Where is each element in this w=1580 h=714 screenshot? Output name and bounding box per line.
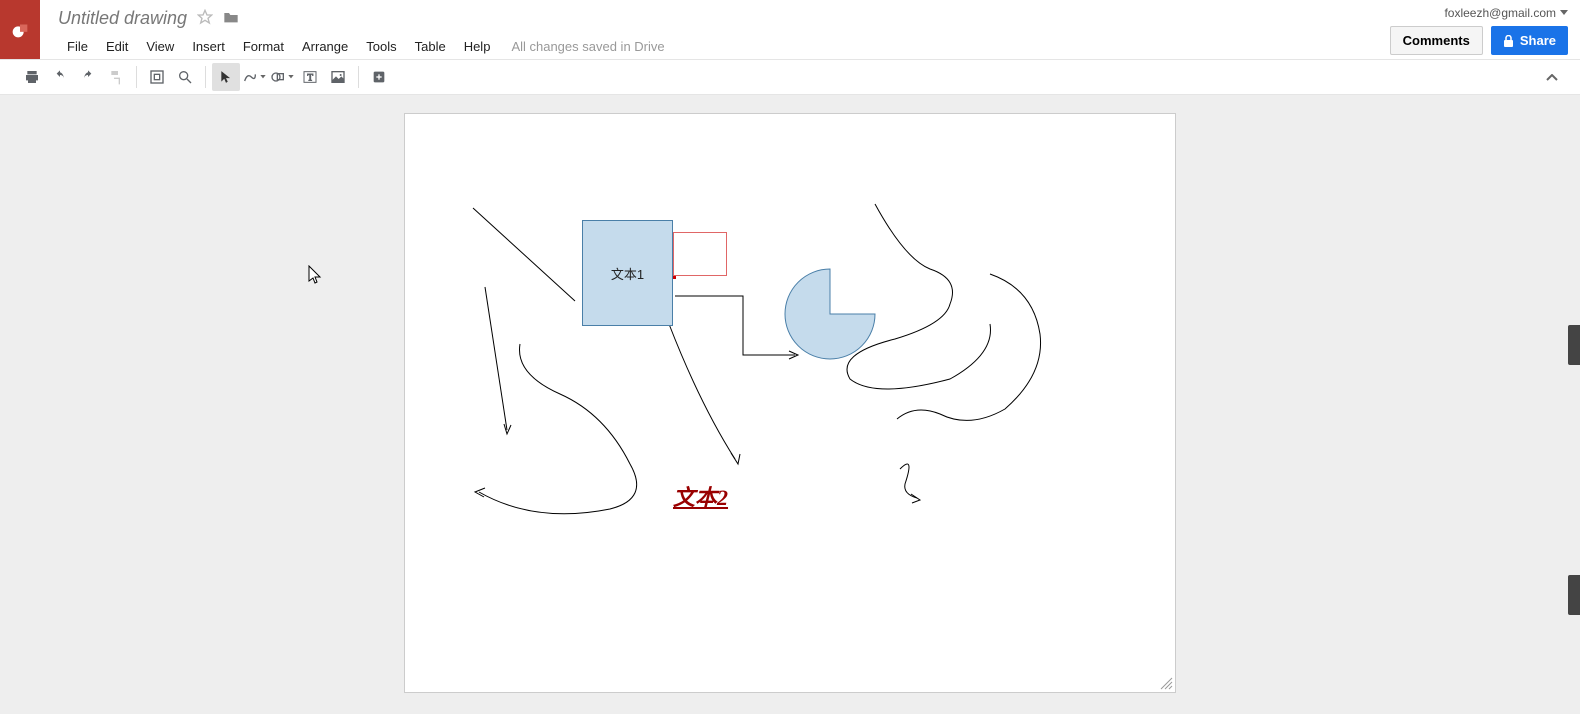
insert-comment-icon[interactable]: [365, 63, 393, 91]
document-title[interactable]: Untitled drawing: [58, 8, 187, 29]
app-logo[interactable]: [0, 0, 40, 59]
canvas-resize-handle[interactable]: [1159, 676, 1173, 690]
collapse-toolbar-icon[interactable]: [1542, 66, 1562, 89]
shape-rectangle-1[interactable]: 文本1: [582, 220, 673, 326]
zoom-icon[interactable]: [171, 63, 199, 91]
text-box-2[interactable]: 文本2: [673, 480, 728, 512]
canvas-area[interactable]: 文本1 文本2: [0, 95, 1580, 714]
folder-icon[interactable]: [223, 10, 239, 27]
menu-help[interactable]: Help: [455, 35, 500, 58]
image-icon[interactable]: [324, 63, 352, 91]
shape-text-1: 文本1: [611, 264, 644, 283]
side-panel-tab-2[interactable]: [1568, 575, 1580, 615]
star-icon[interactable]: [197, 9, 213, 28]
toolbar: T: [0, 59, 1580, 95]
share-label: Share: [1520, 33, 1556, 48]
app-header: Untitled drawing File Edit View Insert F…: [0, 0, 1580, 59]
dropdown-icon: [1560, 10, 1568, 16]
menu-edit[interactable]: Edit: [97, 35, 137, 58]
text-box-icon[interactable]: T: [296, 63, 324, 91]
select-tool-icon[interactable]: [212, 63, 240, 91]
menu-bar: File Edit View Insert Format Arrange Too…: [58, 35, 1580, 58]
side-panel-tab-1[interactable]: [1568, 325, 1580, 365]
canvas-svg: [405, 114, 1177, 694]
title-area: Untitled drawing File Edit View Insert F…: [40, 0, 1580, 58]
drawing-canvas[interactable]: 文本1 文本2: [404, 113, 1176, 693]
menu-format[interactable]: Format: [234, 35, 293, 58]
shape-rectangle-2[interactable]: [673, 232, 727, 276]
redo-icon[interactable]: [74, 63, 102, 91]
user-email-text: foxleezh@gmail.com: [1444, 6, 1556, 20]
fit-icon[interactable]: [143, 63, 171, 91]
menu-table[interactable]: Table: [406, 35, 455, 58]
lock-icon: [1503, 35, 1514, 47]
print-icon[interactable]: [18, 63, 46, 91]
user-account[interactable]: foxleezh@gmail.com: [1444, 6, 1568, 20]
menu-file[interactable]: File: [58, 35, 97, 58]
share-button[interactable]: Share: [1491, 26, 1568, 55]
menu-view[interactable]: View: [137, 35, 183, 58]
undo-icon[interactable]: [46, 63, 74, 91]
cursor-icon: [307, 265, 323, 285]
comments-button[interactable]: Comments: [1390, 26, 1483, 55]
svg-text:T: T: [307, 73, 313, 83]
shape-tool-icon[interactable]: [268, 63, 296, 91]
save-status: All changes saved in Drive: [511, 39, 664, 54]
menu-insert[interactable]: Insert: [183, 35, 234, 58]
paint-format-icon: [102, 63, 130, 91]
menu-arrange[interactable]: Arrange: [293, 35, 357, 58]
line-tool-icon[interactable]: [240, 63, 268, 91]
menu-tools[interactable]: Tools: [357, 35, 405, 58]
